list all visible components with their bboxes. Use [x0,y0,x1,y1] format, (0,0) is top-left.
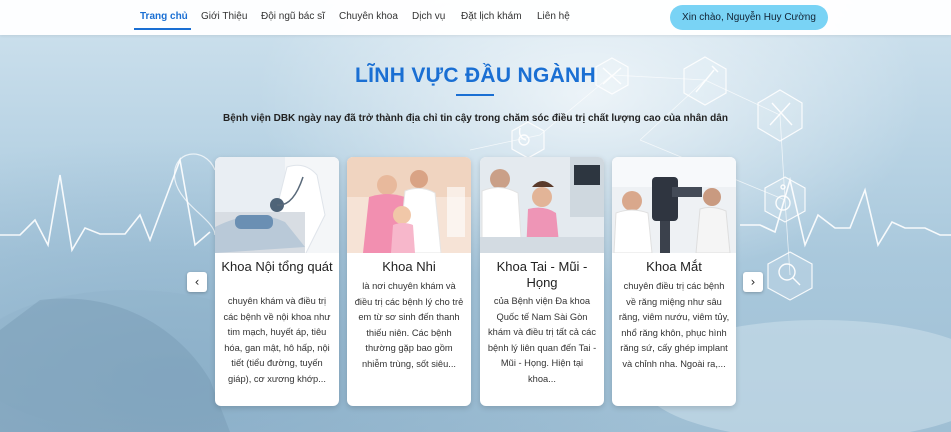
top-navbar: Trang chủ Giới Thiệu Đội ngũ bác sĩ Chuy… [0,0,951,35]
card-description: của Bệnh viện Đa khoa Quốc tế Nam Sài Gò… [487,296,597,384]
carousel-prev-button[interactable]: ‹ [187,272,207,292]
chevron-right-icon: › [750,275,756,289]
card-title: Khoa Nhi [382,259,436,274]
section-subtitle: Bệnh viện DBK ngày nay đã trở thành địa … [223,113,728,124]
specialty-card-ophthalmology[interactable]: Khoa Mắt chuyên điều trị các bệnh về răn… [612,157,736,406]
nav-item-booking[interactable]: Đặt lịch khám [461,11,522,22]
nav-item-doctors[interactable]: Đội ngũ bác sĩ [261,11,325,22]
specialty-card-pediatrics[interactable]: Khoa Nhi là nơi chuyên khám và điều trị … [347,157,471,406]
card-title: Khoa Nội tổng quát [221,259,333,274]
nav-item-services[interactable]: Dịch vụ [412,11,445,22]
nav-item-specialties[interactable]: Chuyên khoa [339,11,398,22]
card-description: là nơi chuyên khám và điều trị các bệnh … [354,281,464,369]
chevron-left-icon: ‹ [194,275,200,289]
title-underline [456,94,494,96]
card-image-ent [480,157,604,253]
nav-item-about[interactable]: Giới Thiệu [201,11,247,22]
wheelchair-hex-icon [764,176,806,223]
heartbeat-line-left [0,156,211,253]
card-image-blood-pressure [215,157,339,253]
section-title: LĨNH VỰC ĐẦU NGÀNH [355,64,596,87]
card-title: Khoa Tai - Mũi - Họng [496,259,588,290]
card-title: Khoa Mắt [646,259,702,274]
nav-item-contact[interactable]: Liên hệ [537,11,570,22]
card-description: chuyên điều trị các bệnh về răng miệng n… [618,281,730,369]
card-image-eye-exam [612,157,736,253]
magnifier-hex-icon [767,251,813,301]
stethoscope-hex-icon [511,121,545,159]
carousel-next-button[interactable]: › [743,272,763,292]
specialty-card-internal[interactable]: Khoa Nội tổng quát chuyên khám và điều t… [215,157,339,406]
user-greeting-button[interactable]: Xin chào, Nguyễn Huy Cường [670,5,828,30]
nav-item-home[interactable]: Trang chủ [140,11,188,22]
specialty-card-ent[interactable]: Khoa Tai - Mũi - Họng của Bệnh viện Đa k… [480,157,604,406]
card-image-pediatrics [347,157,471,253]
card-description: chuyên khám và điều trị các bệnh về nội … [223,296,331,384]
nav-active-indicator [134,28,191,30]
